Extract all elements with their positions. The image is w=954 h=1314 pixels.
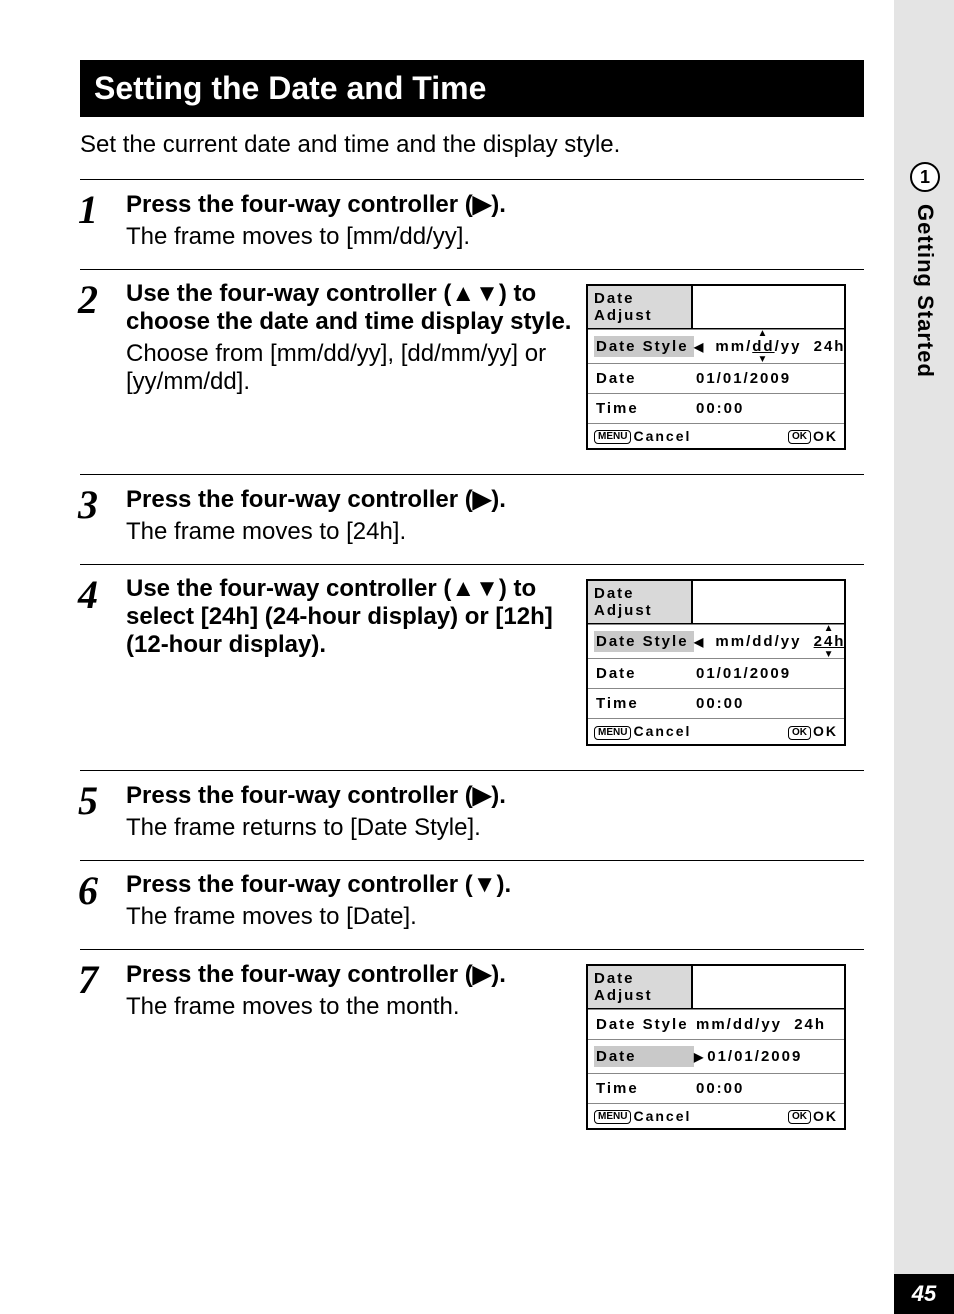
page-title: Setting the Date and Time <box>80 60 864 117</box>
lcd-cursor-field: 24h <box>814 633 846 650</box>
lcd-row-date-style: Date Style mm/dd/yy 24h <box>588 1009 844 1039</box>
lcd-hour-mode: 24h <box>794 1016 826 1033</box>
left-arrow-icon: ◀ <box>694 340 705 354</box>
step-number: 5 <box>78 781 126 842</box>
lcd-value: 01/01/2009 <box>696 370 836 387</box>
up-arrow-icon: ▲ <box>757 328 769 339</box>
lcd-value: 00:00 <box>696 1080 836 1097</box>
step-title: Use the four-way controller (▲▼) to sele… <box>126 575 586 659</box>
step-title: Press the four-way controller (▶). <box>126 485 856 514</box>
lcd-row-date: Date 01/01/2009 <box>588 363 844 393</box>
step-title: Press the four-way controller (▶). <box>126 960 586 989</box>
lcd-label: Date Style <box>594 631 694 652</box>
lcd-label: Date <box>596 665 696 682</box>
step-desc: The frame moves to [mm/dd/yy]. <box>126 223 856 251</box>
chapter-title-side: Getting Started <box>912 204 938 378</box>
down-arrow-icon: ▼ <box>757 354 769 365</box>
step-4: 4 Use the four-way controller (▲▼) to se… <box>80 564 864 751</box>
lcd-date-style-value: mm/dd/yy <box>715 633 801 650</box>
step-number: 3 <box>78 485 126 546</box>
lcd-row-date-style: Date Style ◀ mm/ ▲dd▼ /yy 24h <box>588 329 844 363</box>
menu-button-icon: MENU <box>594 1110 631 1124</box>
lcd-footer: MENUCancel OKOK <box>588 423 844 448</box>
intro-text: Set the current date and time and the di… <box>80 131 864 159</box>
lcd-value-prefix: mm/ <box>715 338 752 355</box>
chapter-number-badge: 1 <box>910 162 940 192</box>
step-title: Press the four-way controller (▶). <box>126 190 856 219</box>
lcd-label: Date Style <box>596 1016 696 1033</box>
lcd-title: Date Adjust <box>588 966 693 1008</box>
lcd-cursor-field: dd <box>752 338 774 355</box>
lcd-hour-mode: 24h <box>814 338 846 355</box>
step-number: 2 <box>78 280 126 456</box>
menu-button-icon: MENU <box>594 726 631 740</box>
ok-button-icon: OK <box>788 726 811 740</box>
page-number: 45 <box>894 1274 954 1314</box>
step-title: Press the four-way controller (▼). <box>126 871 856 899</box>
lcd-ok: OK <box>813 723 838 739</box>
lcd-label: Time <box>596 1080 696 1097</box>
step-1: 1 Press the four-way controller (▶). The… <box>80 179 864 251</box>
step-desc: The frame moves to the month. <box>126 993 586 1021</box>
step-title: Press the four-way controller (▶). <box>126 781 856 810</box>
down-arrow-icon: ▼ <box>824 649 836 660</box>
lcd-ok: OK <box>813 428 838 444</box>
lcd-value: 01/01/2009 <box>696 665 836 682</box>
lcd-value: 00:00 <box>696 695 836 712</box>
step-3: 3 Press the four-way controller (▶). The… <box>80 474 864 546</box>
step-6: 6 Press the four-way controller (▼). The… <box>80 860 864 931</box>
lcd-label: Time <box>596 400 696 417</box>
lcd-footer: MENUCancel OKOK <box>588 718 844 743</box>
lcd-ok: OK <box>813 1108 838 1124</box>
lcd-cancel: Cancel <box>633 1108 691 1124</box>
lcd-date-style-value: mm/dd/yy <box>696 1016 782 1033</box>
lcd-row-date: Date ▶01/01/2009 <box>588 1039 844 1073</box>
step-desc: Choose from [mm/dd/yy], [dd/mm/yy] or [y… <box>126 340 586 396</box>
lcd-panel-step2: Date Adjust Date Style ◀ mm/▲dd▼/yy 24h … <box>586 284 846 450</box>
lcd-value: 00:00 <box>696 400 836 417</box>
step-desc: The frame returns to [Date Style]. <box>126 814 856 842</box>
lcd-row-time: Time 00:00 <box>588 688 844 718</box>
lcd-title: Date Adjust <box>588 581 693 623</box>
lcd-row-date: Date 01/01/2009 <box>588 658 844 688</box>
lcd-label: Date Style <box>594 336 694 357</box>
step-number: 7 <box>78 960 126 1136</box>
lcd-label: Time <box>596 695 696 712</box>
lcd-footer: MENUCancel OKOK <box>588 1103 844 1128</box>
step-desc: The frame moves to [Date]. <box>126 903 856 931</box>
step-title: Use the four-way controller (▲▼) to choo… <box>126 280 586 336</box>
step-7: 7 Press the four-way controller (▶). The… <box>80 949 864 1136</box>
lcd-panel-step4: Date Adjust Date Style ◀ mm/dd/yy ▲24h▼ … <box>586 579 846 745</box>
lcd-row-time: Time 00:00 <box>588 393 844 423</box>
lcd-title: Date Adjust <box>588 286 693 328</box>
step-number: 4 <box>78 575 126 751</box>
lcd-value-suffix: /yy <box>775 338 802 355</box>
step-desc: The frame moves to [24h]. <box>126 518 856 546</box>
step-2: 2 Use the four-way controller (▲▼) to ch… <box>80 269 864 456</box>
lcd-cancel: Cancel <box>633 723 691 739</box>
ok-button-icon: OK <box>788 430 811 444</box>
up-arrow-icon: ▲ <box>824 623 836 634</box>
lcd-value: 01/01/2009 <box>707 1048 802 1065</box>
lcd-panel-step7: Date Adjust Date Style mm/dd/yy 24h Date <box>586 964 846 1130</box>
lcd-cancel: Cancel <box>633 428 691 444</box>
step-number: 6 <box>78 871 126 931</box>
lcd-label: Date <box>596 370 696 387</box>
lcd-label: Date <box>594 1046 694 1067</box>
step-number: 1 <box>78 190 126 251</box>
lcd-row-time: Time 00:00 <box>588 1073 844 1103</box>
step-5: 5 Press the four-way controller (▶). The… <box>80 770 864 842</box>
right-arrow-icon: ▶ <box>694 1050 705 1064</box>
ok-button-icon: OK <box>788 1110 811 1124</box>
lcd-row-date-style: Date Style ◀ mm/dd/yy ▲24h▼ <box>588 624 844 658</box>
menu-button-icon: MENU <box>594 430 631 444</box>
left-arrow-icon: ◀ <box>694 635 705 649</box>
